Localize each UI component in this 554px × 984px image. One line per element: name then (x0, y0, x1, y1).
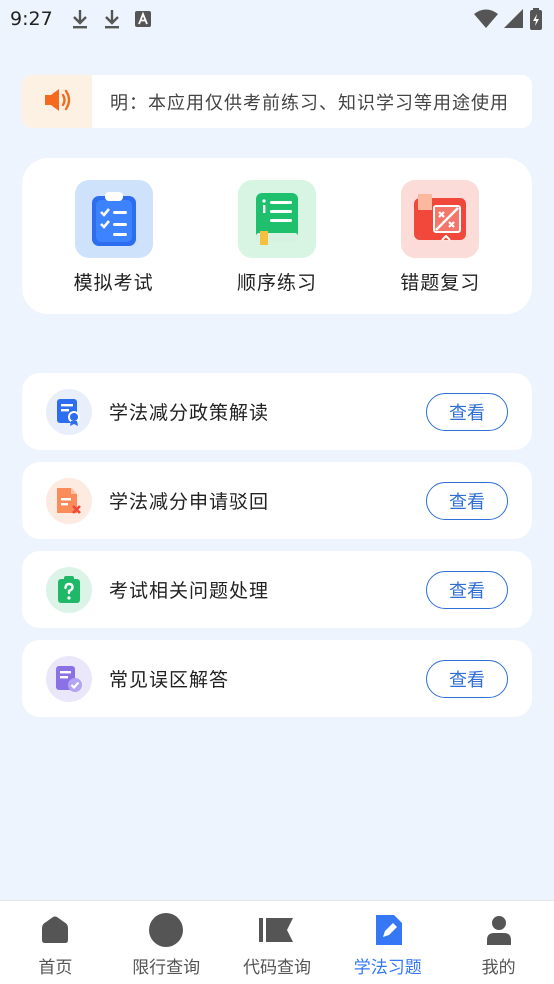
speaker-icon (43, 87, 71, 117)
nav-label: 我的 (481, 958, 516, 978)
list-item-title: 考试相关问题处理 (109, 580, 270, 602)
nav-label: 代码查询 (242, 958, 311, 978)
list-item-misconceptions[interactable]: 常见误区解答 查看 (22, 640, 532, 717)
list-item-title: 学法减分申请驳回 (109, 491, 270, 513)
list-item-rejection[interactable]: 学法减分申请驳回 查看 (22, 462, 532, 539)
policy-document-icon (46, 388, 92, 435)
list-item-policy[interactable]: 学法减分政策解读 查看 (22, 373, 532, 450)
download-icon (103, 8, 121, 30)
view-button[interactable]: 查看 (426, 570, 508, 609)
clipboard-checklist-icon (74, 180, 153, 258)
view-button[interactable]: 查看 (426, 481, 508, 520)
feature-label: 顺序练习 (236, 272, 317, 294)
notice-text: 明：本应用仅供考前练习、知识学习等用途使用 (110, 92, 509, 114)
checked-document-icon (46, 655, 92, 702)
home-icon (40, 913, 70, 947)
feature-wrong-question-review[interactable]: 错题复习 (365, 180, 515, 295)
question-clipboard-icon (46, 566, 92, 613)
user-icon (486, 913, 512, 947)
feature-card: 模拟考试 顺序练习 错题复习 (22, 158, 532, 314)
feature-label: 模拟考试 (73, 272, 154, 294)
nav-label: 学法习题 (353, 958, 422, 978)
nav-code-query[interactable]: 代码查询 (222, 901, 333, 984)
feature-label: 错题复习 (400, 272, 481, 294)
signal-icon (504, 9, 524, 33)
list-item-exam-issues[interactable]: 考试相关问题处理 查看 (22, 551, 532, 628)
nav-label: 限行查询 (132, 958, 201, 978)
status-time: 9:27 (10, 8, 53, 30)
notice-bar[interactable]: 明：本应用仅供考前练习、知识学习等用途使用 (22, 75, 532, 128)
a-icon (134, 11, 151, 27)
feature-mock-exam[interactable]: 模拟考试 (39, 180, 189, 295)
feature-sequential-practice[interactable]: 顺序练习 (202, 180, 352, 295)
rejected-document-icon (46, 477, 92, 524)
nav-label: 首页 (38, 958, 73, 978)
edit-icon (374, 913, 402, 947)
view-button[interactable]: 查看 (426, 659, 508, 698)
flag-icon (258, 913, 295, 947)
circle-icon (149, 913, 184, 947)
wifi-icon (474, 9, 498, 33)
list-item-title: 常见误区解答 (109, 669, 230, 691)
nav-mine[interactable]: 我的 (443, 901, 554, 984)
list-item-title: 学法减分政策解读 (109, 402, 270, 424)
battery-icon (530, 8, 542, 34)
bottom-nav: 首页 限行查询 代码查询 学法习题 我的 (0, 900, 554, 984)
download-icon (71, 8, 89, 30)
nav-law-exercises[interactable]: 学法习题 (332, 901, 443, 984)
green-book-icon (237, 180, 316, 258)
nav-restriction-query[interactable]: 限行查询 (111, 901, 222, 984)
wrong-questions-book-icon (401, 180, 480, 258)
view-button[interactable]: 查看 (426, 392, 508, 431)
notice-icon-box (22, 75, 92, 128)
nav-home[interactable]: 首页 (0, 901, 111, 984)
status-bar: 9:27 (0, 0, 554, 38)
